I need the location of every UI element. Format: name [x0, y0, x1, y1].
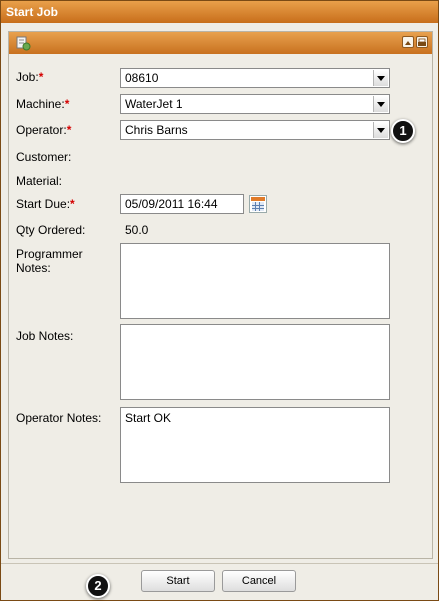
start-due-input[interactable]: 05/09/2011 16:44: [120, 194, 244, 214]
cancel-button[interactable]: Cancel: [222, 570, 296, 592]
form-panel: Job:* 08610 Machine:* WaterJet 1 Operato…: [8, 31, 433, 559]
start-button[interactable]: Start: [141, 570, 215, 592]
footer-divider: [1, 563, 438, 564]
operator-notes-textarea[interactable]: Start OK: [120, 407, 390, 483]
callout-badge-1: 1: [391, 119, 415, 143]
job-value: 08610: [125, 71, 159, 85]
form-icon: [16, 36, 31, 51]
qty-ordered-value: 50.0: [125, 223, 149, 237]
operator-value: Chris Barns: [125, 123, 188, 137]
calendar-icon[interactable]: [249, 195, 267, 213]
programmer-notes-textarea[interactable]: [120, 243, 390, 319]
job-select[interactable]: 08610: [120, 68, 390, 88]
operator-select[interactable]: Chris Barns: [120, 120, 390, 140]
job-label: Job:*: [16, 70, 44, 84]
customer-label: Customer:: [16, 150, 72, 164]
chevron-down-icon[interactable]: [373, 122, 388, 138]
material-label: Material:: [16, 174, 63, 188]
print-icon: [418, 38, 426, 46]
collapse-icon: [405, 41, 411, 45]
collapse-button[interactable]: [402, 36, 414, 48]
job-notes-textarea[interactable]: [120, 324, 390, 400]
print-button[interactable]: [416, 36, 428, 48]
machine-label: Machine:*: [16, 97, 70, 111]
start-due-value: 05/09/2011 16:44: [125, 197, 218, 211]
qty-ordered-label: Qty Ordered:: [16, 223, 86, 237]
chevron-down-icon[interactable]: [373, 70, 388, 86]
machine-value: WaterJet 1: [125, 97, 183, 111]
start-due-label: Start Due:*: [16, 197, 75, 211]
machine-select[interactable]: WaterJet 1: [120, 94, 390, 114]
operator-notes-label: Operator Notes:: [16, 411, 102, 425]
dialog-title: Start Job: [1, 1, 438, 23]
callout-badge-2: 2: [86, 574, 110, 598]
programmer-notes-label: Programmer Notes:: [16, 247, 83, 275]
operator-label: Operator:*: [16, 123, 72, 137]
panel-header: [9, 32, 432, 54]
job-notes-label: Job Notes:: [16, 329, 74, 343]
start-job-dialog: Start Job Job:* 08610 Machine:* WaterJet…: [0, 0, 439, 601]
chevron-down-icon[interactable]: [373, 96, 388, 112]
